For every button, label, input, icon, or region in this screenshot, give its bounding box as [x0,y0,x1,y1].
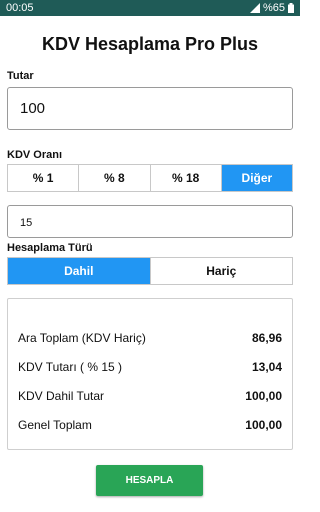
kdv-rate-option-1[interactable]: % 1 [8,165,79,191]
result-label: KDV Dahil Tutar [18,389,105,403]
calc-type-selector: Dahil Hariç [7,257,293,285]
calc-type-excluded[interactable]: Hariç [149,258,292,284]
custom-rate-value: 15 [20,217,33,229]
calculate-button[interactable]: HESAPLA [96,465,203,496]
result-value: 13,04 [251,360,282,374]
kdv-rate-selector: % 1 % 8 % 18 Diğer [7,164,293,192]
signal-icon [249,3,260,13]
result-value: 100,00 [245,418,282,432]
custom-rate-input[interactable]: 15 [7,205,293,238]
result-label: KDV Tutarı ( % 15 ) [18,360,123,374]
battery-percent: %65 [262,2,285,14]
amount-input[interactable]: 100 [7,87,293,130]
battery-icon [288,3,294,13]
page-title: KDV Hesaplama Pro Plus [41,34,259,54]
amount-input-value: 100 [20,100,46,117]
calc-type-included[interactable]: Dahil [8,258,150,284]
calc-type-label: Hesaplama Türü [7,242,93,254]
result-row-subtotal: Ara Toplam (KDV Hariç) 86,96 [18,331,282,345]
kdv-rate-option-18[interactable]: % 18 [149,165,221,191]
kdv-rate-label: KDV Oranı [7,149,63,161]
result-row-kdv-included: KDV Dahil Tutar 100,00 [18,389,282,403]
kdv-rate-option-other[interactable]: Diğer [220,165,292,191]
status-icons: %65 [249,2,294,14]
amount-label: Tutar [7,70,34,82]
status-time: 00:05 [6,2,34,14]
result-value: 86,96 [251,331,282,345]
status-bar: 00:05 %65 [0,0,300,16]
result-label: Genel Toplam [18,418,92,432]
results-panel: Ara Toplam (KDV Hariç) 86,96 KDV Tutarı … [7,298,293,450]
result-value: 100,00 [245,389,282,403]
result-row-kdv-amount: KDV Tutarı ( % 15 ) 13,04 [18,360,282,374]
kdv-rate-option-8[interactable]: % 8 [78,165,150,191]
result-row-grand-total: Genel Toplam 100,00 [18,418,282,432]
result-label: Ara Toplam (KDV Hariç) [18,331,146,345]
